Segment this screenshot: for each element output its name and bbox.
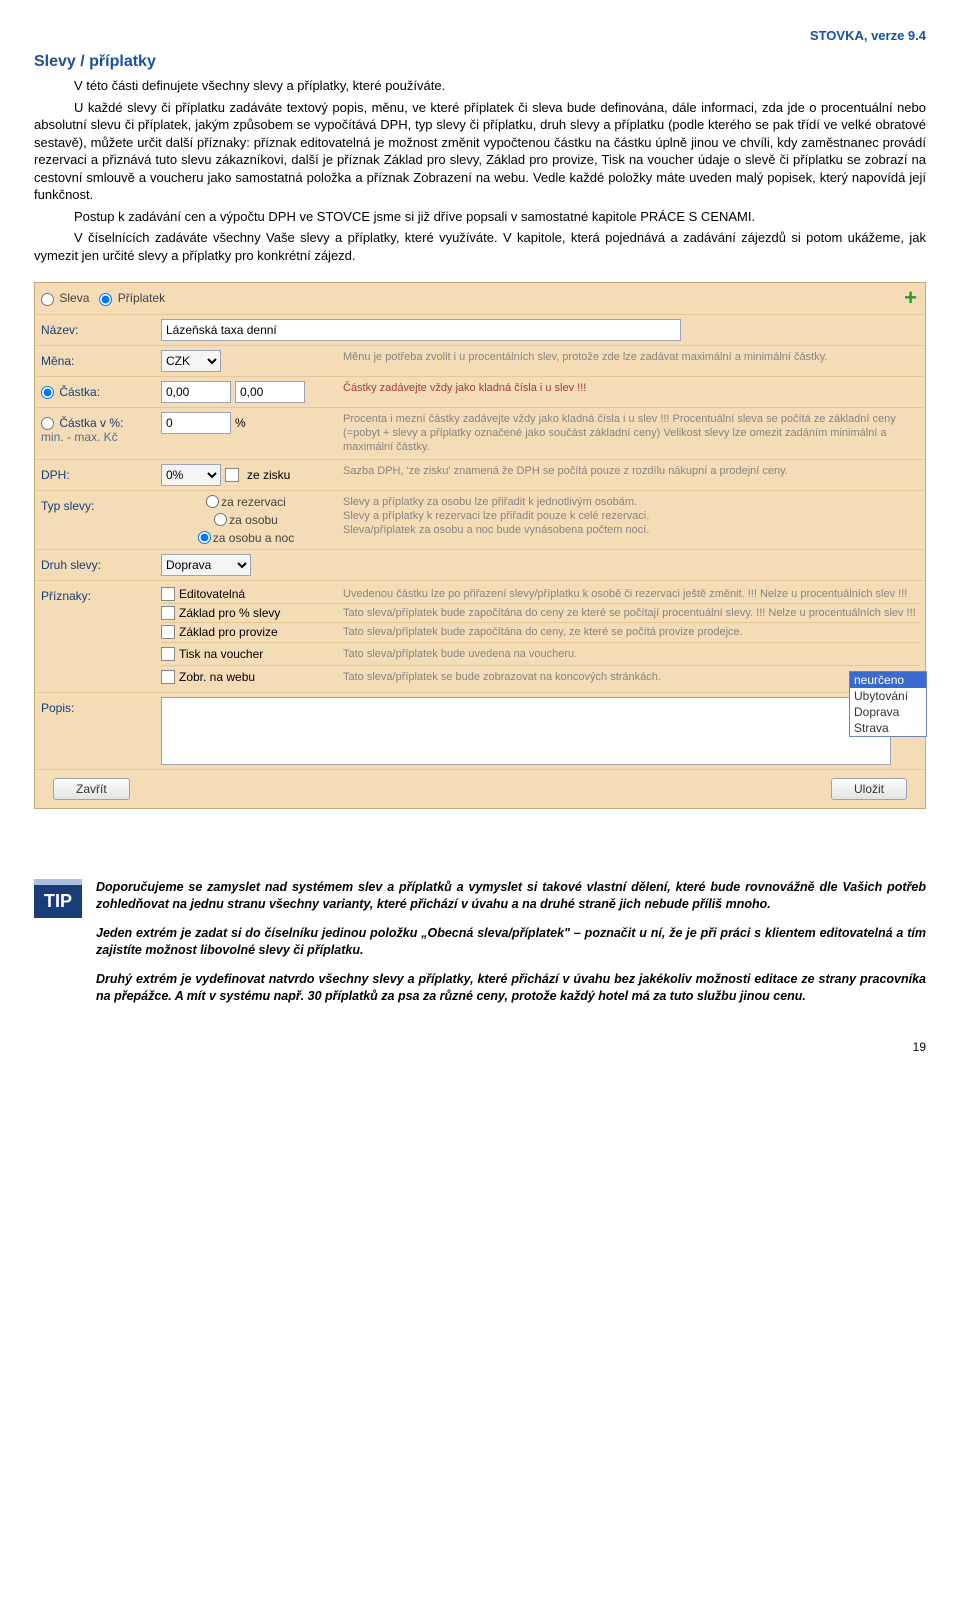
dd-ubytovani[interactable]: Ubytování <box>850 688 926 704</box>
pr4-help: Tato sleva/příplatek bude uvedena na vou… <box>331 647 919 661</box>
radio-castkapct[interactable] <box>41 417 54 430</box>
row-druh: Druh slevy: Doprava <box>35 549 925 580</box>
tip-text: Doporučujeme se zamyslet nad systémem sl… <box>96 879 926 1016</box>
header-version: STOVKA, verze 9.4 <box>34 28 926 43</box>
lbl-castka-text: Částka: <box>59 385 100 399</box>
typ3-label: za osobu a noc <box>213 531 294 545</box>
druh-dropdown[interactable]: neurčeno Ubytování Doprava Strava <box>849 671 927 737</box>
help-castka: Částky zadávejte vždy jako kladná čísla … <box>331 381 919 395</box>
pr2-help: Tato sleva/příplatek bude započítána do … <box>331 606 919 620</box>
radio-priplatek-label: Příplatek <box>118 291 165 305</box>
input-castka2[interactable] <box>235 381 305 403</box>
typ1-label: za rezervaci <box>221 495 286 509</box>
tip-badge: TIP <box>34 879 82 918</box>
p1: V této části definujete všechny slevy a … <box>34 77 926 95</box>
textarea-popis[interactable] <box>161 697 891 765</box>
pr4-label: Tisk na voucher <box>179 647 263 661</box>
footer-buttons: Zavřít Uložit <box>35 769 925 808</box>
lbl-nazev: Název: <box>41 319 161 337</box>
chk-tisk-voucher[interactable] <box>161 647 175 661</box>
help-pct: Procenta i mezní částky zadávejte vždy j… <box>331 412 919 455</box>
help-mena: Měnu je potřeba zvolit i u procentálních… <box>331 350 919 364</box>
dd-strava[interactable]: Strava <box>850 720 926 736</box>
input-nazev[interactable] <box>161 319 681 341</box>
typ-osobu-noc[interactable]: za osobu a noc <box>198 531 294 545</box>
radio-castka[interactable] <box>41 386 54 399</box>
lbl-mena: Měna: <box>41 350 161 368</box>
page-number: 19 <box>34 1040 926 1054</box>
pr3-label: Základ pro provize <box>179 625 278 639</box>
lbl-castkapct-text: Částka v %: <box>59 416 123 430</box>
lbl-priznaky: Příznaky: <box>41 585 161 603</box>
dd-neurceno[interactable]: neurčeno <box>850 672 926 688</box>
tip-block: TIP Doporučujeme se zamyslet nad systéme… <box>34 879 926 1016</box>
row-priznaky: Příznaky: Editovatelná Uvedenou částku l… <box>35 580 925 692</box>
lbl-castkapct-sub: min. - max. Kč <box>41 430 161 444</box>
lbl-castkapct: Částka v %: min. - max. Kč <box>41 412 161 444</box>
row-type: Sleva Příplatek <box>35 283 925 313</box>
radio-typ2[interactable] <box>214 513 227 526</box>
p4: V číselnících zadáváte všechny Vaše slev… <box>34 229 926 264</box>
radio-sleva-input[interactable] <box>41 293 54 306</box>
btn-zavrit[interactable]: Zavřít <box>53 778 130 800</box>
select-dph[interactable]: 0% <box>161 464 221 486</box>
pr5-help: Tato sleva/příplatek se bude zobrazovat … <box>331 670 919 684</box>
row-nazev: Název: <box>35 314 925 345</box>
p3: Postup k zadávání cen a výpočtu DPH ve S… <box>34 208 926 226</box>
input-pct[interactable] <box>161 412 231 434</box>
row-mena: Měna: CZK Měnu je potřeba zvolit i u pro… <box>35 345 925 376</box>
typ2-label: za osobu <box>229 513 278 527</box>
pr5-label: Zobr. na webu <box>179 670 255 684</box>
lbl-popis: Popis: <box>41 697 161 715</box>
chk-zaklad-slevy[interactable] <box>161 606 175 620</box>
radio-typ3[interactable] <box>198 531 211 544</box>
pct-unit: % <box>235 416 246 430</box>
row-typ: Typ slevy: za rezervaci za osobu za osob… <box>35 490 925 549</box>
pr1-label: Editovatelná <box>179 587 245 601</box>
chk-zezisku[interactable] <box>225 468 239 482</box>
radio-priplatek[interactable]: Příplatek <box>99 291 165 305</box>
add-icon[interactable]: + <box>904 287 917 309</box>
section-title: Slevy / příplatky <box>34 53 926 71</box>
body-text: V této části definujete všechny slevy a … <box>34 77 926 264</box>
lbl-castka: Částka: <box>41 381 161 399</box>
lbl-druh: Druh slevy: <box>41 554 161 572</box>
lbl-typ: Typ slevy: <box>41 495 161 513</box>
row-castka: Částka: Částky zadávejte vždy jako kladn… <box>35 376 925 407</box>
row-popis: Popis: <box>35 692 925 769</box>
chk-zezisku-label: ze zisku <box>247 468 290 482</box>
typ-rezervaci[interactable]: za rezervaci <box>206 495 286 509</box>
form-panel: + Sleva Příplatek Název: Měna: CZK Měnu … <box>34 282 926 809</box>
help-typ1: Slevy a příplatky za osobu lze přiřadit … <box>343 495 919 509</box>
btn-ulozit[interactable]: Uložit <box>831 778 907 800</box>
chk-zobr-webu[interactable] <box>161 670 175 684</box>
typ-osobu[interactable]: za osobu <box>214 513 278 527</box>
dd-doprava[interactable]: Doprava <box>850 704 926 720</box>
chk-zaklad-provize[interactable] <box>161 625 175 639</box>
help-dph: Sazba DPH, 'ze zisku' znamená že DPH se … <box>331 464 919 478</box>
input-castka1[interactable] <box>161 381 231 403</box>
select-druh[interactable]: Doprava <box>161 554 251 576</box>
p2: U každé slevy či příplatku zadáváte text… <box>34 99 926 204</box>
chk-editovatelna[interactable] <box>161 587 175 601</box>
tip3: Druhý extrém je vydefinovat natvrdo všec… <box>96 971 926 1005</box>
select-mena[interactable]: CZK <box>161 350 221 372</box>
tip1: Doporučujeme se zamyslet nad systémem sl… <box>96 879 926 913</box>
row-castkapct: Částka v %: min. - max. Kč % Procenta i … <box>35 407 925 459</box>
lbl-dph: DPH: <box>41 464 161 482</box>
pr2-label: Základ pro % slevy <box>179 606 280 620</box>
pr1-help: Uvedenou částku lze po přiřazení slevy/p… <box>331 587 919 601</box>
tip2: Jeden extrém je zadat si do číselníku je… <box>96 925 926 959</box>
radio-sleva[interactable]: Sleva <box>41 291 89 305</box>
radio-typ1[interactable] <box>206 495 219 508</box>
pr3-help: Tato sleva/příplatek bude započítána do … <box>331 625 919 639</box>
row-dph: DPH: 0% ze zisku Sazba DPH, 'ze zisku' z… <box>35 459 925 490</box>
help-typ: Slevy a příplatky za osobu lze přiřadit … <box>331 495 919 538</box>
radio-sleva-label: Sleva <box>59 291 89 305</box>
help-typ3: Sleva/příplatek za osobu a noc bude vyná… <box>343 523 919 537</box>
radio-priplatek-input[interactable] <box>99 293 112 306</box>
help-typ2: Slevy a příplatky k rezervaci lze přiřad… <box>343 509 919 523</box>
